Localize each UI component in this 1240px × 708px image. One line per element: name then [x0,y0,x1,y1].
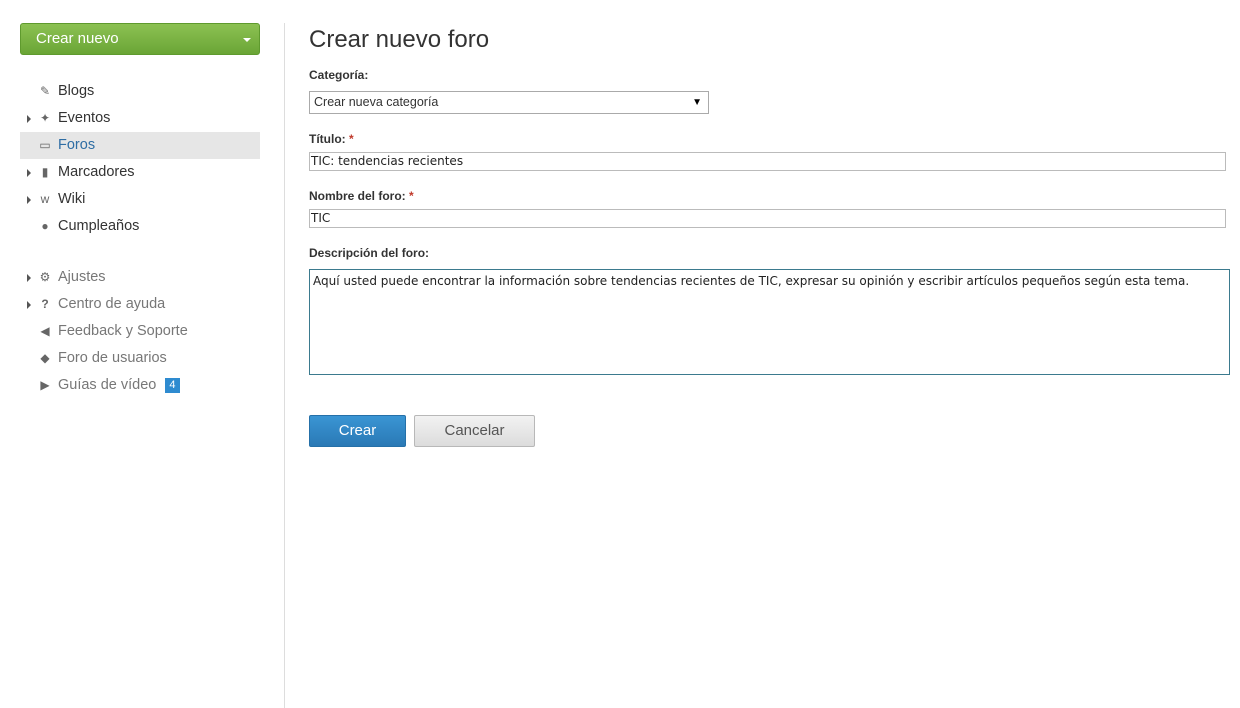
sidebar-item-label: Eventos [58,110,111,126]
edit-icon: ✎ [39,84,51,98]
title-label-text: Título: [309,132,346,146]
pin-icon: ✦ [39,111,51,125]
sidebar-item-marcadores[interactable]: ▮ Marcadores [20,159,260,186]
forum-name-label: Nombre del foro: * [309,189,414,203]
sidebar-item-cumpleanos[interactable]: ● Cumpleaños [20,213,260,240]
sidebar-item-foro-de-usuarios[interactable]: ◆ Foro de usuarios [20,345,260,372]
dropdown-arrow-icon: ▼ [692,97,702,108]
sidebar: Crear nuevo ✎ Blogs ✦ Eventos ▭ Foros ▮ … [20,23,260,399]
video-icon: ▶ [40,378,50,392]
sidebar-item-label: Cumpleaños [58,218,140,234]
sidebar-item-wiki[interactable]: w Wiki [20,186,260,213]
main-nav: ✎ Blogs ✦ Eventos ▭ Foros ▮ Marcadores w… [20,78,260,240]
description-label: Descripción del foro: [309,246,429,260]
expand-arrow-icon[interactable] [27,274,31,282]
sidebar-item-label: Guías de vídeo [58,377,157,393]
title-input[interactable]: TIC: tendencias recientes [309,152,1226,171]
category-select[interactable]: Crear nueva categoría ▼ [309,91,709,114]
forum-name-input[interactable]: TIC [309,209,1226,228]
gear-icon: ⚙ [39,270,51,284]
chat-bubble-icon: ◆ [40,351,50,365]
divider [284,23,285,708]
caret-down-icon[interactable] [243,38,251,42]
comment-icon: ▭ [39,138,51,152]
sidebar-item-label: Foro de usuarios [58,350,167,366]
wikipedia-icon: w [40,192,50,206]
expand-arrow-icon[interactable] [27,301,31,309]
bookmark-icon: ▮ [41,165,49,179]
sidebar-item-foros[interactable]: ▭ Foros [20,132,260,159]
count-badge: 4 [165,378,180,393]
sidebar-item-eventos[interactable]: ✦ Eventos [20,105,260,132]
create-new-button[interactable]: Crear nuevo [20,23,260,55]
sidebar-item-label: Wiki [58,191,86,207]
sidebar-item-label: Foros [58,137,96,153]
page-title: Crear nuevo foro [309,26,490,53]
sidebar-item-ajustes[interactable]: ⚙ Ajustes [20,264,260,291]
category-label: Categoría: [309,68,368,82]
question-icon: ? [41,297,49,311]
sidebar-item-label: Ajustes [58,269,106,285]
description-label-text: Descripción del foro: [309,246,430,260]
category-select-value: Crear nueva categoría [314,95,439,109]
megaphone-icon: ◀ [40,324,50,338]
create-button[interactable]: Crear [309,415,406,447]
expand-arrow-icon[interactable] [27,196,31,204]
sidebar-item-label: Feedback y Soporte [58,323,188,339]
sidebar-item-blogs[interactable]: ✎ Blogs [20,78,260,105]
sidebar-item-label: Marcadores [58,164,135,180]
sidebar-item-guias-de-video[interactable]: ▶ Guías de vídeo 4 [20,372,260,399]
sidebar-item-label: Centro de ayuda [58,296,166,312]
expand-arrow-icon[interactable] [27,115,31,123]
sidebar-item-feedback[interactable]: ◀ Feedback y Soporte [20,318,260,345]
users-icon: ● [41,219,49,233]
sidebar-item-label: Blogs [58,83,95,99]
cancel-button[interactable]: Cancelar [414,415,535,447]
required-mark: * [349,132,354,146]
sidebar-item-centro-de-ayuda[interactable]: ? Centro de ayuda [20,291,260,318]
required-mark: * [409,189,414,203]
secondary-nav: ⚙ Ajustes ? Centro de ayuda ◀ Feedback y… [20,264,260,399]
category-label-text: Categoría: [309,68,369,82]
create-new-label: Crear nuevo [36,30,119,47]
title-label: Título: * [309,132,354,146]
description-textarea[interactable]: Aquí usted puede encontrar la informació… [309,269,1230,375]
expand-arrow-icon[interactable] [27,169,31,177]
forum-name-label-text: Nombre del foro: [309,189,406,203]
